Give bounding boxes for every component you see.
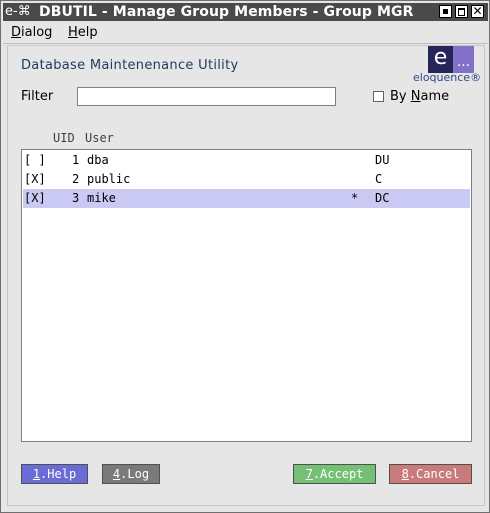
- accept-button[interactable]: 7.Accept: [293, 464, 376, 484]
- accept-button-label: .Accept: [312, 467, 364, 481]
- page-title: Database Maintenenance Utility: [21, 58, 239, 73]
- menu-dialog[interactable]: Dialog: [11, 25, 52, 40]
- cancel-button-label: .Cancel: [408, 467, 460, 481]
- member-checkbox[interactable]: [X]: [24, 172, 46, 186]
- menu-help-mnemonic: H: [68, 25, 78, 40]
- by-name-prefix: By: [390, 89, 411, 104]
- member-uid: 2: [72, 172, 80, 186]
- logo-mark: e ...: [428, 46, 474, 73]
- eloquence-logo: e ... eloquence®: [413, 44, 482, 85]
- menu-dialog-mnemonic: D: [11, 25, 22, 40]
- member-user: public: [87, 172, 131, 186]
- menu-bar: Dialog Help: [3, 22, 488, 44]
- help-button-label: .Help: [40, 467, 77, 481]
- by-name-checkbox[interactable]: [373, 91, 384, 102]
- cancel-button[interactable]: 8.Cancel: [389, 464, 472, 484]
- window-menu-icon[interactable]: e-⌘: [5, 3, 33, 21]
- members-list[interactable]: [ ] 1 dba DU [X] 2 public C [X] 3 mike *…: [21, 149, 472, 442]
- member-uid: 3: [72, 191, 80, 205]
- logo-dots: ...: [453, 46, 474, 73]
- log-button-label: .Log: [120, 467, 150, 481]
- member-access: DC: [375, 191, 390, 205]
- list-item[interactable]: [ ] 1 dba DU: [23, 151, 470, 170]
- member-checkbox[interactable]: [ ]: [24, 153, 46, 167]
- help-button-key: 1: [32, 467, 41, 481]
- menu-help-label: elp: [77, 25, 98, 40]
- filter-label: Filter: [21, 89, 54, 104]
- member-uid: 1: [72, 153, 80, 167]
- filter-input[interactable]: [77, 87, 336, 106]
- status-bar: [3, 506, 488, 512]
- member-user: dba: [87, 153, 109, 167]
- member-access: DU: [375, 153, 390, 167]
- by-name-rest: ame: [420, 89, 450, 104]
- window-title: DBUTIL - Manage Group Members - Group MG…: [39, 4, 414, 20]
- maximize-icon[interactable]: [455, 5, 468, 18]
- member-checkbox[interactable]: [X]: [24, 191, 46, 205]
- menu-dialog-label: ialog: [21, 25, 53, 40]
- column-header-uid: UID: [53, 131, 75, 145]
- logo-letter: e: [428, 46, 453, 73]
- list-item[interactable]: [X] 2 public C: [23, 170, 470, 189]
- logo-text: eloquence®: [413, 71, 482, 84]
- by-name-label[interactable]: By Name: [390, 89, 449, 104]
- member-flag: *: [351, 191, 359, 205]
- list-item-selected[interactable]: [X] 3 mike * DC: [23, 189, 470, 208]
- log-button[interactable]: 4.Log: [102, 464, 160, 484]
- dbutil-window: e-⌘ DBUTIL - Manage Group Members - Grou…: [0, 0, 490, 513]
- accept-button-key: 7: [305, 467, 313, 481]
- minimize-icon[interactable]: [439, 5, 452, 18]
- close-icon[interactable]: ✕: [471, 4, 484, 18]
- menu-help[interactable]: Help: [68, 25, 98, 40]
- member-access: C: [375, 172, 383, 186]
- title-bar[interactable]: e-⌘ DBUTIL - Manage Group Members - Grou…: [3, 3, 488, 21]
- column-header-user: User: [85, 131, 114, 145]
- cancel-button-key: 8: [401, 467, 409, 481]
- help-button[interactable]: 1.Help: [21, 464, 88, 484]
- member-user: mike: [87, 191, 116, 205]
